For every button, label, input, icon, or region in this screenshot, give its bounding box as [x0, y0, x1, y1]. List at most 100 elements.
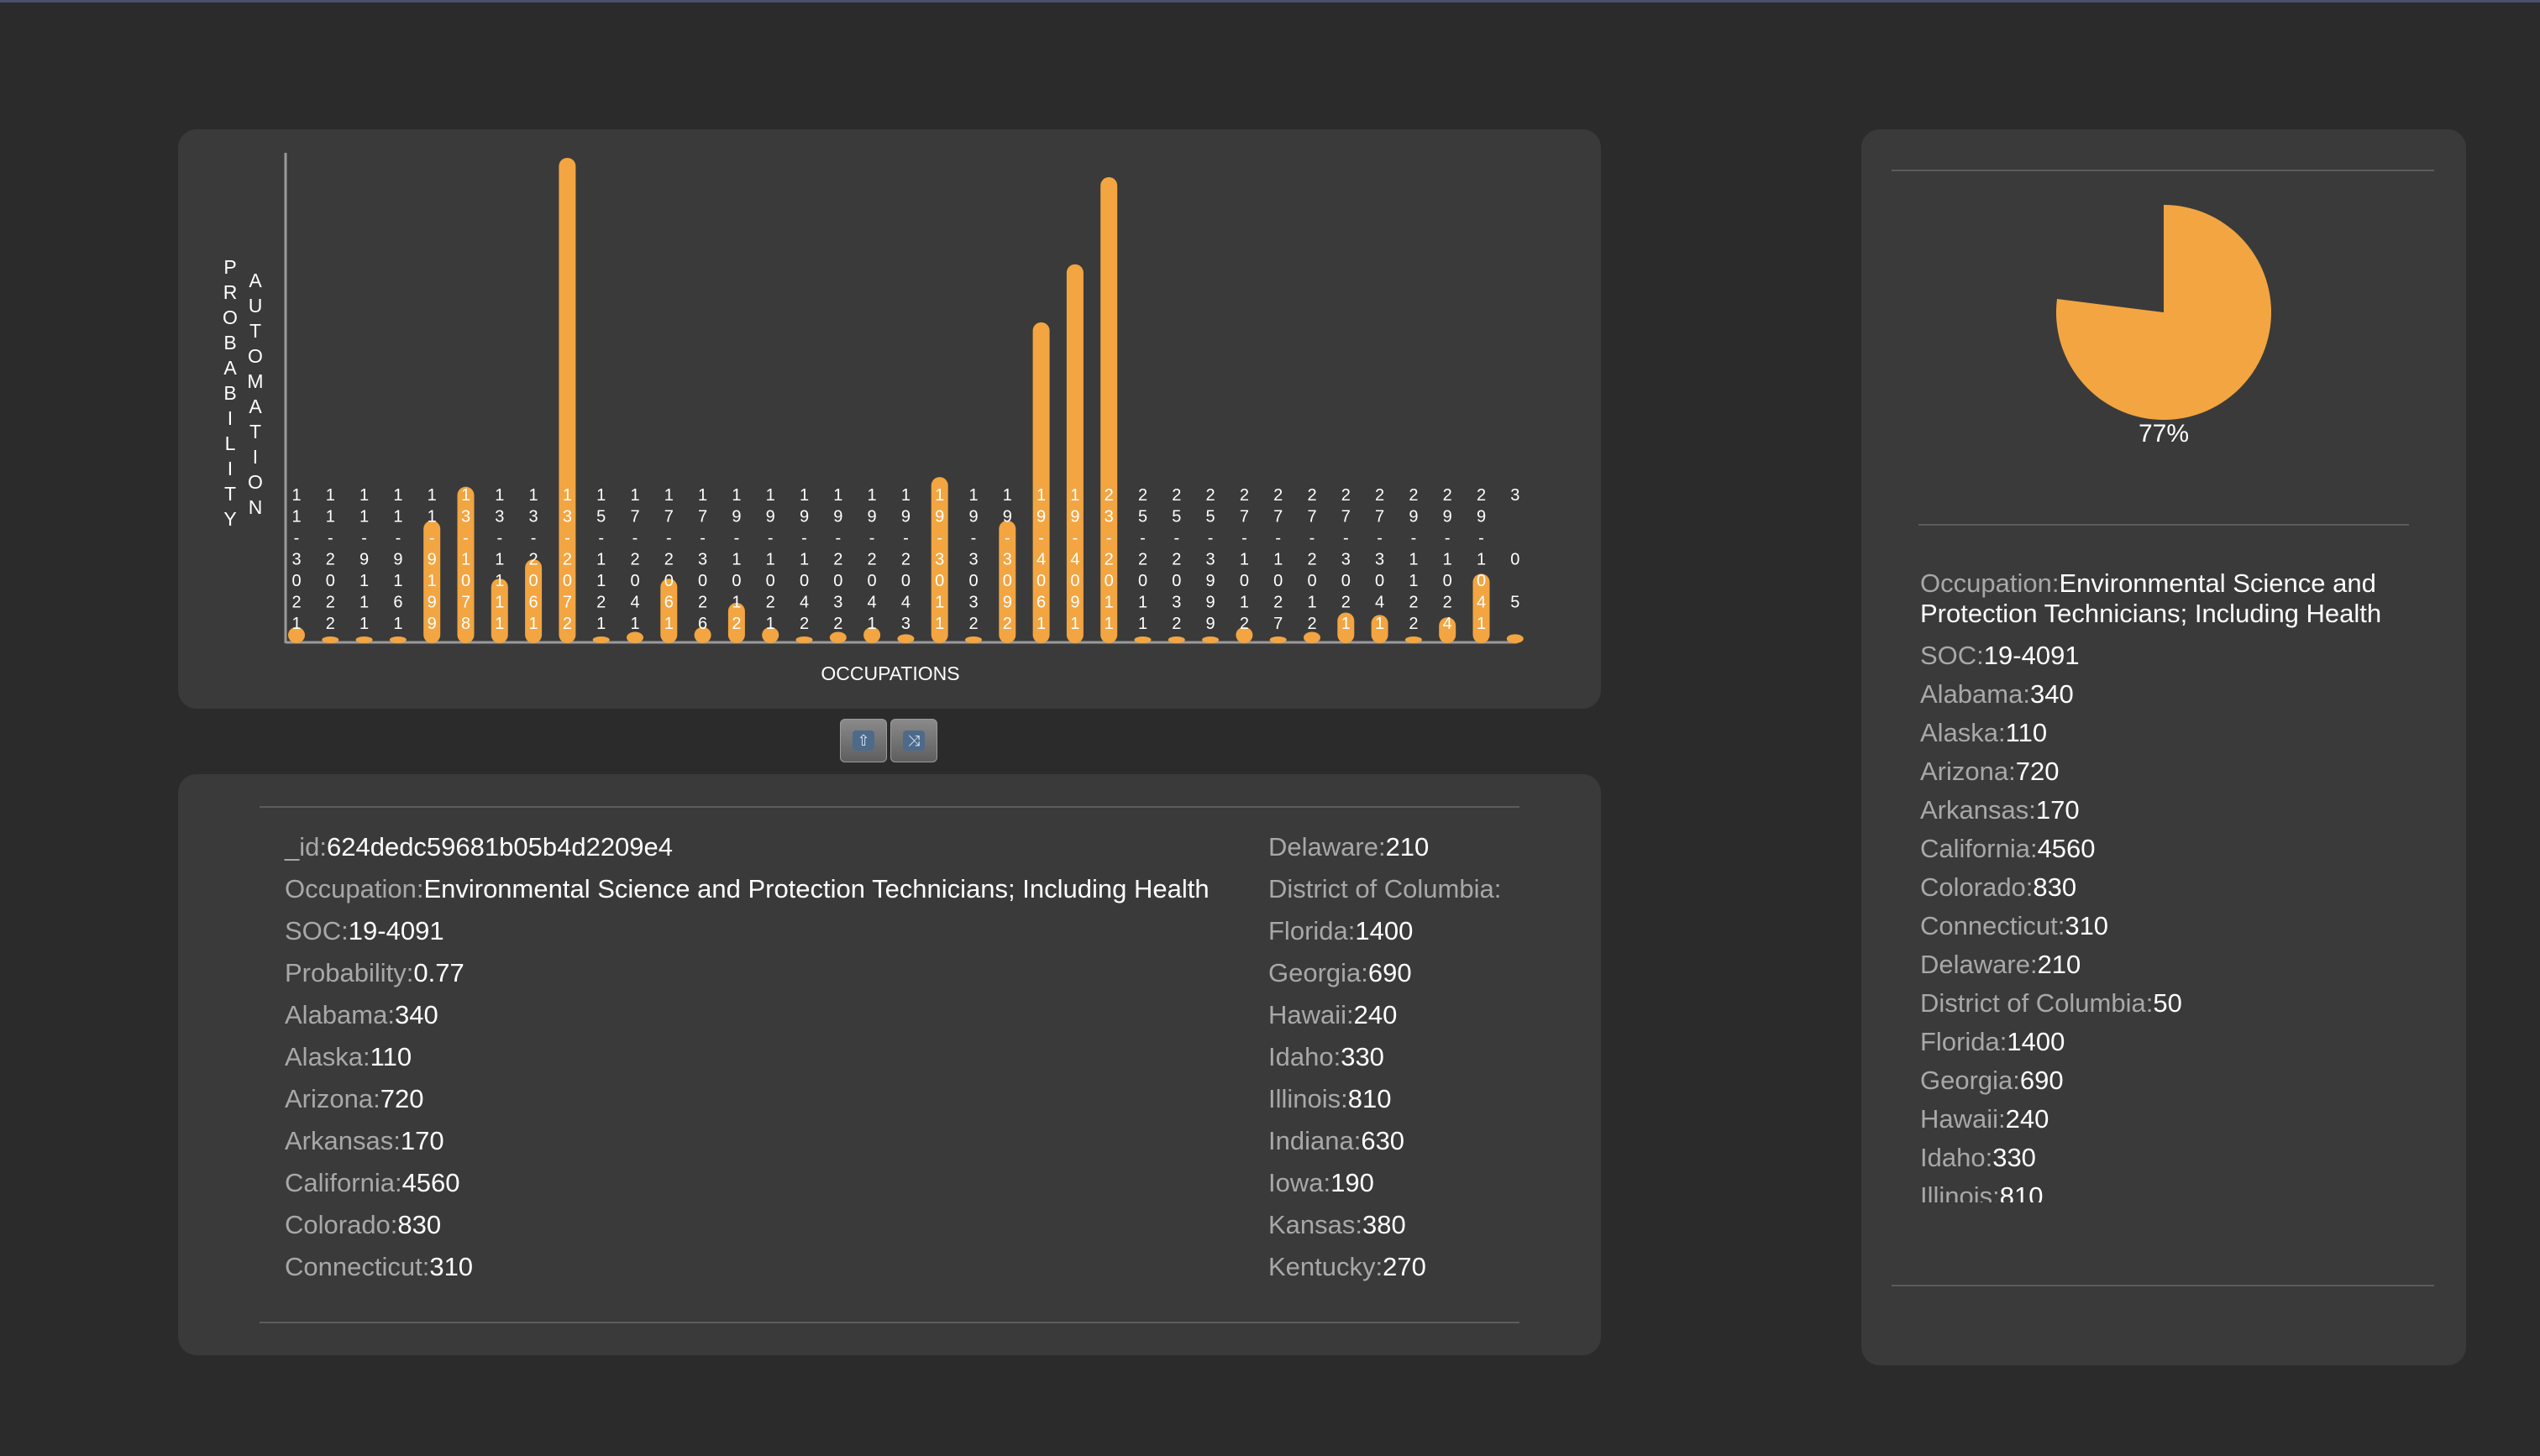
bar[interactable]	[322, 636, 339, 643]
field-row: Alaska:110	[285, 1036, 1210, 1078]
bar[interactable]	[965, 636, 982, 643]
probability-percent: 77%	[2138, 420, 2190, 448]
bar[interactable]	[389, 636, 407, 643]
field-row: Hawaii:240	[1920, 1100, 2449, 1139]
side-fields: Occupation:Environmental Science and Pro…	[1920, 564, 2449, 1202]
detail-column-left: _id:624dedc59681b05b4d2209e4 Occupation:E…	[285, 826, 1210, 1288]
bar[interactable]	[627, 631, 643, 643]
field-key: Illinois:	[1920, 1181, 2000, 1202]
bar[interactable]	[1168, 636, 1185, 643]
field-key: Colorado:	[285, 1210, 398, 1239]
tick-label: 2 5 -2 0 1 1	[1138, 486, 1147, 633]
field-value: 624dedc59681b05b4d2209e4	[326, 832, 674, 862]
field-key: Delaware:	[1268, 832, 1386, 862]
field-row: Connecticut:310	[1920, 907, 2449, 945]
bar[interactable]	[559, 158, 576, 643]
upload-button[interactable]: ⇧	[840, 719, 887, 762]
field-row: Georgia:690	[1920, 1061, 2449, 1100]
tick-label: 1 1 -9 1 1 1	[359, 486, 369, 633]
bar[interactable]	[1404, 636, 1422, 643]
field-row: Indiana:630	[1268, 1120, 1501, 1162]
tick-label: 2 5 -2 0 3 2	[1172, 486, 1181, 633]
tick-label: 1 3 -2 0 7 2	[563, 486, 572, 633]
tick-label: 2 9 -1 0 4 1	[1477, 486, 1486, 633]
bar[interactable]	[897, 634, 915, 643]
tick-label: 1 9 -4 0 9 1	[1070, 486, 1079, 633]
field-value: 720	[380, 1084, 424, 1113]
probability-pie	[2056, 205, 2271, 420]
field-key: Georgia:	[1268, 958, 1368, 987]
tick-label: 2 7 -1 0 1 2	[1240, 486, 1249, 633]
bar[interactable]	[795, 636, 813, 643]
field-row: Illinois:810	[1268, 1078, 1501, 1120]
field-row: Idaho:330	[1268, 1036, 1501, 1078]
tick-label: 2 7 -3 0 2 1	[1341, 486, 1351, 633]
field-row: Alaska:110	[1920, 714, 2449, 752]
field-key: Arizona:	[1920, 757, 2016, 786]
field-key: District of Columbia:	[1920, 988, 2154, 1018]
field-value: 310	[429, 1252, 474, 1281]
field-value: 690	[1367, 958, 1412, 987]
tick-label: 305	[1510, 486, 1519, 612]
field-row: California:4560	[1920, 830, 2449, 868]
detail-panel: _id:624dedc59681b05b4d2209e4 Occupation:E…	[178, 774, 1601, 1355]
field-row: Florida:1400	[1268, 910, 1501, 952]
tick-label: 1 1 -3 0 2 1	[291, 486, 301, 633]
field-row: Delaware:210	[1268, 826, 1501, 868]
shuffle-button[interactable]: ⤨	[890, 719, 937, 762]
field-key: Alabama:	[285, 1000, 395, 1029]
field-key: California:	[285, 1168, 402, 1197]
field-key: Arkansas:	[1920, 795, 2036, 825]
field-key: Iowa:	[1268, 1168, 1331, 1197]
field-value: 0.77	[413, 958, 464, 987]
field-value: 270	[1383, 1252, 1426, 1281]
bar[interactable]	[1304, 631, 1320, 643]
field-key: Probability:	[285, 958, 414, 987]
field-key: _id:	[285, 832, 327, 862]
field-key: Alaska:	[285, 1042, 370, 1071]
field-row: Illinois:810	[1920, 1177, 2449, 1202]
field-row: Florida:1400	[1920, 1023, 2449, 1061]
field-key: Occupation:	[1920, 568, 2060, 598]
tick-label: 1 1 -9 1 6 1	[393, 486, 402, 633]
tick-label: 1 7 -2 0 4 1	[630, 486, 639, 633]
field-row: Hawaii:240	[1268, 994, 1501, 1036]
bar[interactable]	[1202, 636, 1220, 643]
field-key: Colorado:	[1920, 872, 2034, 902]
y-axis-label-text: PROBABILITY	[223, 256, 238, 530]
bar-chart: P R O B A B I L I T Y A U T O M A T I O N OCCUPATIONS 1 1 -3 0 2 1 1…	[223, 153, 1524, 684]
bar[interactable]	[1134, 636, 1152, 643]
bar[interactable]	[355, 636, 373, 643]
field-row: Iowa:190	[1268, 1162, 1501, 1204]
field-row: Colorado:830	[1920, 868, 2449, 907]
field-key: California:	[1920, 834, 2038, 863]
tick-label: 1 9 -4 0 6 1	[1036, 486, 1046, 633]
bar[interactable]	[829, 631, 847, 643]
field-value: 110	[370, 1042, 412, 1071]
field-value: 630	[1361, 1126, 1405, 1155]
bar[interactable]	[1506, 634, 1524, 643]
bar[interactable]	[592, 636, 610, 643]
tick-label: 2 7 -3 0 4 1	[1375, 486, 1384, 633]
field-key: Florida:	[1920, 1027, 2007, 1056]
divider	[1918, 524, 2409, 526]
window-top-border	[0, 0, 2540, 3]
bar[interactable]	[1269, 636, 1287, 643]
field-key: District of Columbia:	[1268, 874, 1502, 903]
tick-label: 2 5 -3 9 9 9	[1206, 486, 1215, 633]
divider	[1892, 1285, 2434, 1286]
field-value: 110	[2005, 718, 2048, 747]
field-value: 19-4091	[348, 916, 444, 945]
field-row: Arkansas:170	[285, 1120, 1210, 1162]
tick-label: 1 9 -1 0 4 2	[800, 486, 809, 633]
tick-label: 1 5 -1 1 2 1	[596, 486, 606, 633]
field-row: Idaho:330	[1920, 1139, 2449, 1177]
field-key: Idaho:	[1920, 1143, 1993, 1172]
tick-label: 1 9 -1 0 1 2	[732, 486, 741, 633]
tick-label: 2 9 -1 0 2 4	[1443, 486, 1452, 633]
side-panel: 77% Occupation:Environmental Science and…	[1861, 129, 2466, 1365]
field-row: Kentucky:270	[1268, 1246, 1501, 1288]
field-row: SOC:19-4091	[285, 910, 1210, 952]
field-value: 340	[394, 1000, 438, 1029]
field-value: 4560	[2037, 834, 2096, 863]
